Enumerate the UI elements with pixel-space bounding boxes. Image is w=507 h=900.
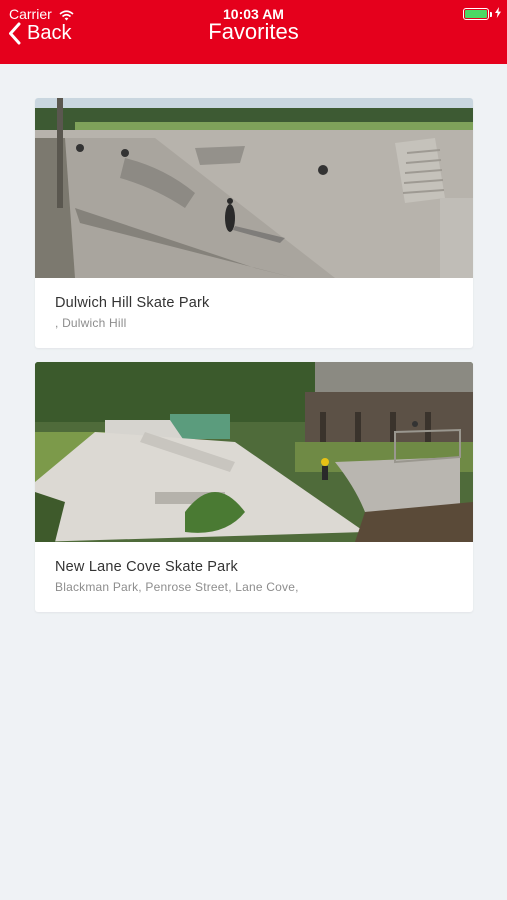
- navigation-bar: Carrier 10:03 AM Back Favorites: [0, 0, 507, 64]
- page-title: Favorites: [208, 19, 299, 44]
- battery-level: [465, 10, 487, 18]
- favorite-card-dulwich-hill[interactable]: Dulwich Hill Skate Park , Dulwich Hill: [35, 98, 473, 348]
- battery-tip: [490, 12, 492, 17]
- favorite-card-new-lane-cove[interactable]: New Lane Cove Skate Park Blackman Park, …: [35, 362, 473, 612]
- card-body: New Lane Cove Skate Park Blackman Park, …: [35, 542, 473, 612]
- park-address: Blackman Park, Penrose Street, Lane Cove…: [55, 580, 299, 594]
- charging-bolt-icon: [495, 7, 501, 18]
- card-body: Dulwich Hill Skate Park , Dulwich Hill: [35, 278, 473, 348]
- skate-park-photo: [35, 362, 473, 542]
- park-name: New Lane Cove Skate Park: [55, 559, 238, 575]
- park-name: Dulwich Hill Skate Park: [55, 295, 210, 311]
- park-address: , Dulwich Hill: [55, 316, 127, 330]
- skate-park-photo: [35, 98, 473, 278]
